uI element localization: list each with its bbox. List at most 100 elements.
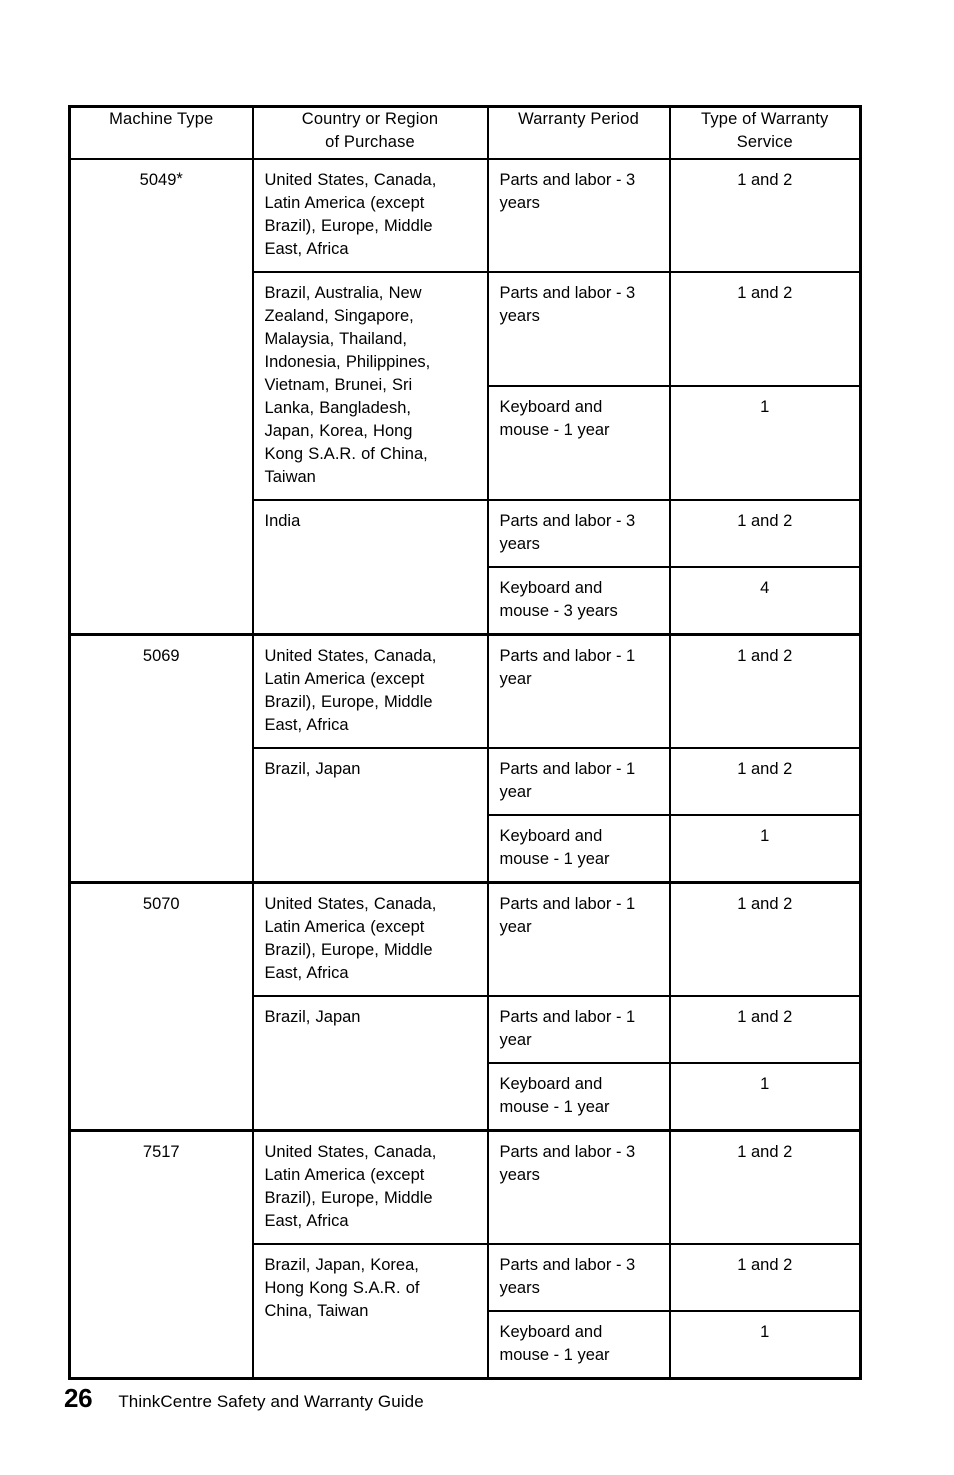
cell-machine-type: 5069	[68, 633, 254, 884]
country-line: Latin America (except	[264, 918, 425, 936]
warranty-period-value: Parts and labor - 3 years	[489, 501, 669, 566]
cell-machine-type: 5049*	[68, 158, 254, 636]
footer-document-title: ThinkCentre Safety and Warranty Guide	[118, 1392, 424, 1411]
warranty-period-line: Parts and labor - 3	[499, 171, 636, 189]
warranty-period-line: Keyboard and	[499, 398, 603, 416]
warranty-period-line: Parts and labor - 1	[499, 1008, 636, 1026]
country-line: United States, Canada,	[264, 895, 437, 913]
warranty-period-line: Parts and labor - 3	[499, 1143, 636, 1161]
warranty-period-value: Parts and labor - 3 years	[489, 1132, 669, 1197]
cell-country-or-region: Brazil, Japan	[251, 995, 489, 1132]
warranty-period-line: Parts and labor - 3	[499, 1256, 636, 1274]
cell-country-or-region: India	[251, 499, 489, 636]
type-of-warranty-service-value: 1 and 2	[737, 512, 793, 530]
column-header-country-or-region: Country or Region of Purchase	[251, 105, 489, 160]
warranty-table-container: Machine Type Country or Region of Purchas…	[68, 105, 862, 1380]
country-or-region-value: India	[254, 501, 487, 543]
country-line: Brazil, Japan	[264, 760, 361, 778]
cell-warranty-period: Parts and labor - 1 year	[486, 995, 671, 1064]
country-line: India	[264, 512, 301, 530]
country-line: Brazil), Europe, Middle	[264, 941, 433, 959]
cell-country-or-region: United States, Canada, Latin America (exc…	[251, 881, 489, 997]
machine-type-value: 5069	[142, 647, 180, 665]
warranty-period-line: years	[499, 535, 540, 553]
warranty-period-line: Parts and labor - 1	[499, 647, 636, 665]
warranty-period-value: Keyboard and mouse - 1 year	[489, 1312, 669, 1377]
warranty-period-value: Parts and labor - 3 years	[489, 273, 669, 338]
cell-country-or-region: Brazil, Japan, Korea, Hong Kong S.A.R. of…	[251, 1243, 489, 1380]
warranty-period-value: Keyboard and mouse - 1 year	[489, 387, 669, 452]
country-line: United States, Canada,	[264, 171, 437, 189]
table-header-row: Machine Type Country or Region of Purchas…	[68, 105, 862, 160]
cell-warranty-period: Parts and labor - 3 years	[486, 1243, 671, 1312]
column-header-line: Warranty Period	[518, 110, 639, 128]
cell-machine-type: 5070	[68, 881, 254, 1132]
country-line: China, Taiwan	[264, 1302, 369, 1320]
country-line: East, Africa	[264, 964, 349, 982]
country-line: Malaysia, Thailand,	[264, 330, 407, 348]
country-line: Latin America (except	[264, 194, 425, 212]
country-line: Brazil, Japan	[264, 1008, 361, 1026]
type-of-warranty-service-value: 1 and 2	[737, 1143, 793, 1161]
type-of-warranty-service-value: 1	[760, 398, 770, 416]
cell-type-of-warranty-service: 1 and 2	[668, 881, 862, 997]
cell-type-of-warranty-service: 1 and 2	[668, 1243, 862, 1312]
warranty-period-line: Keyboard and	[499, 1075, 603, 1093]
warranty-period-value: Keyboard and mouse - 3 years	[489, 568, 669, 633]
warranty-period-line: year	[499, 783, 532, 801]
type-of-warranty-service-value: 1 and 2	[737, 760, 793, 778]
type-of-warranty-service-value: 1 and 2	[737, 284, 793, 302]
warranty-period-line: Keyboard and	[499, 579, 603, 597]
warranty-period-line: years	[499, 1279, 540, 1297]
type-of-warranty-service-value: 1 and 2	[737, 1256, 793, 1274]
column-header-machine-type: Machine Type	[68, 105, 254, 160]
machine-type-value: 5049*	[139, 170, 183, 189]
warranty-period-value: Keyboard and mouse - 1 year	[489, 816, 669, 881]
country-or-region-value: Brazil, Japan, Korea, Hong Kong S.A.R. of…	[254, 1245, 487, 1333]
type-of-warranty-service-value: 1	[760, 1075, 770, 1093]
warranty-period-line: Parts and labor - 1	[499, 760, 636, 778]
warranty-period-line: Parts and labor - 3	[499, 512, 636, 530]
table-body: 5049* United States, Canada, Latin America…	[68, 158, 862, 1380]
warranty-period-line: Parts and labor - 1	[499, 895, 636, 913]
cell-type-of-warranty-service: 1	[668, 1310, 862, 1380]
type-of-warranty-service-value: 1	[760, 827, 770, 845]
warranty-period-value: Parts and labor - 1 year	[489, 997, 669, 1062]
country-line: Kong S.A.R. of China,	[264, 445, 428, 463]
country-line: Zealand, Singapore,	[264, 307, 414, 325]
cell-warranty-period: Parts and labor - 1 year	[486, 747, 671, 816]
warranty-period-line: year	[499, 1031, 532, 1049]
machine-type-value: 7517	[142, 1143, 180, 1161]
country-or-region-value: Brazil, Japan	[254, 997, 487, 1039]
column-header-line: Country or Region	[301, 110, 439, 128]
cell-country-or-region: United States, Canada, Latin America (exc…	[251, 633, 489, 749]
warranty-period-line: years	[499, 307, 540, 325]
type-of-warranty-service-value: 1	[760, 1323, 770, 1341]
warranty-period-line: mouse - 3 years	[499, 602, 618, 620]
machine-type-value: 5070	[142, 895, 180, 913]
warranty-period-line: mouse - 1 year	[499, 421, 610, 439]
cell-country-or-region: Brazil, Australia, New Zealand, Singapore…	[251, 271, 489, 501]
warranty-period-value: Parts and labor - 1 year	[489, 749, 669, 814]
country-line: Latin America (except	[264, 670, 425, 688]
country-line: United States, Canada,	[264, 1143, 437, 1161]
column-header-line: Type of Warranty	[701, 110, 829, 128]
table-row: 7517 United States, Canada, Latin America …	[68, 1129, 862, 1380]
column-header-line: of Purchase	[325, 133, 415, 151]
cell-warranty-period: Keyboard and mouse - 1 year	[486, 814, 671, 884]
cell-country-or-region: United States, Canada, Latin America (exc…	[251, 158, 489, 273]
warranty-period-line: mouse - 1 year	[499, 1346, 610, 1364]
country-line: Latin America (except	[264, 1166, 425, 1184]
country-line: Brazil), Europe, Middle	[264, 217, 433, 235]
country-line: Japan, Korea, Hong	[264, 422, 413, 440]
warranty-period-line: Parts and labor - 3	[499, 284, 636, 302]
country-or-region-value: United States, Canada, Latin America (exc…	[254, 884, 487, 995]
warranty-period-line: mouse - 1 year	[499, 850, 610, 868]
warranty-period-line: year	[499, 918, 532, 936]
warranty-period-line: Keyboard and	[499, 827, 603, 845]
country-line: Indonesia, Philippines,	[264, 353, 431, 371]
cell-warranty-period: Parts and labor - 3 years	[486, 158, 671, 273]
country-or-region-value: Brazil, Australia, New Zealand, Singapore…	[254, 273, 487, 499]
warranty-period-value: Parts and labor - 1 year	[489, 636, 669, 701]
cell-type-of-warranty-service: 1 and 2	[668, 499, 862, 568]
